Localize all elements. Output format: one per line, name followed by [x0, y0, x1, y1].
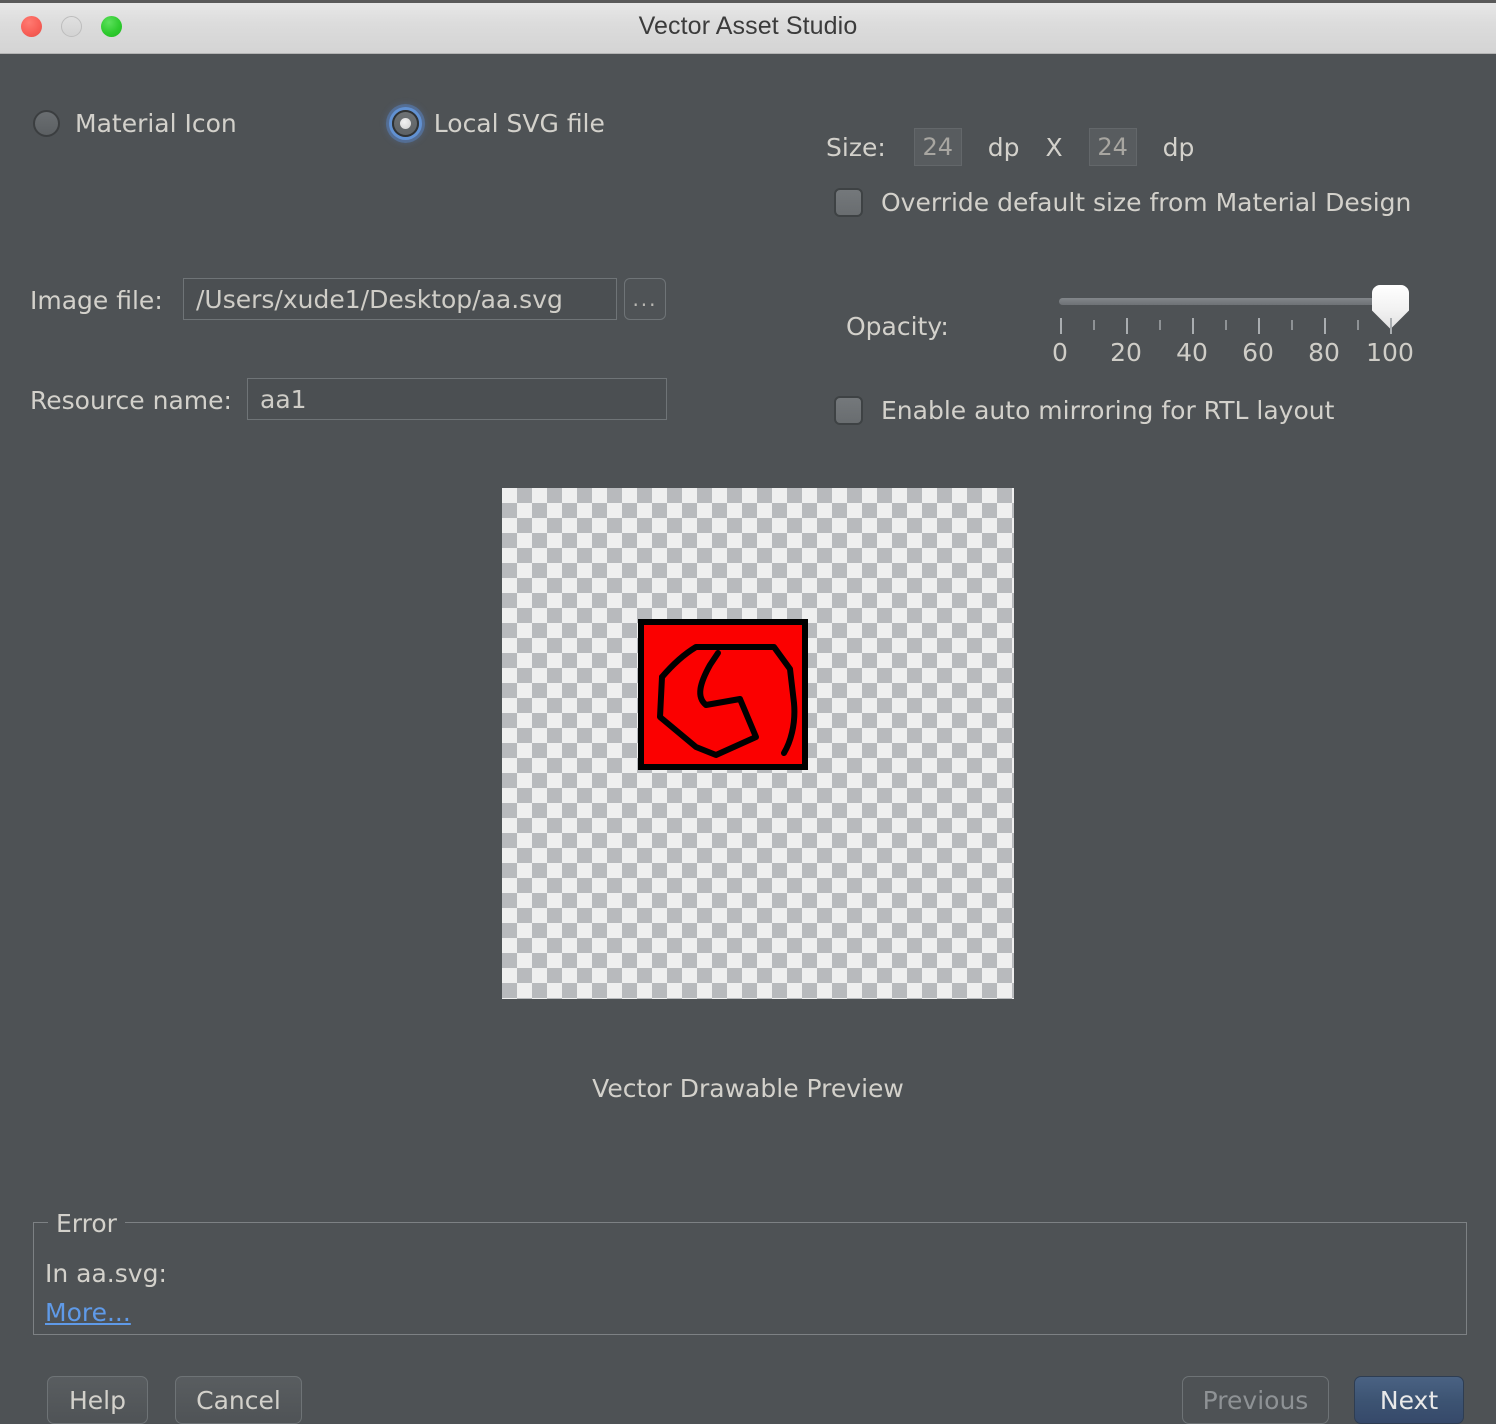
size-height-input[interactable]: 24: [1088, 128, 1137, 166]
tick-label-100: 100: [1366, 338, 1414, 367]
minimize-button-icon[interactable]: [61, 16, 82, 37]
tick-major-20: [1126, 318, 1128, 334]
tick-label-80: 80: [1308, 338, 1340, 367]
image-file-label: Image file:: [30, 286, 163, 315]
tick-major-100: [1390, 318, 1392, 334]
opacity-slider-tick-labels: 0 20 40 60 80 100: [1052, 338, 1414, 368]
error-group-box: [33, 1222, 1467, 1335]
tick-minor-50: [1225, 320, 1227, 330]
vector-preview-icon: [638, 619, 808, 770]
dialog-content: Material Icon Local SVG file Image file:…: [0, 54, 1496, 1424]
tick-major-80: [1324, 318, 1326, 334]
enable-rtl-mirroring-checkbox-row[interactable]: Enable auto mirroring for RTL layout: [834, 396, 1334, 425]
tick-major-40: [1192, 318, 1194, 334]
size-row: Size: 24 dp X 24 dp: [826, 128, 1194, 166]
radio-local-svg-file[interactable]: Local SVG file: [391, 109, 605, 138]
tick-label-0: 0: [1052, 338, 1068, 367]
error-group-legend: Error: [48, 1209, 125, 1238]
window-controls: [21, 16, 122, 37]
close-button-icon[interactable]: [21, 16, 42, 37]
tick-label-60: 60: [1242, 338, 1274, 367]
titlebar-top-edge: [0, 0, 1496, 3]
vector-asset-studio-window: Vector Asset Studio Material Icon Local …: [0, 0, 1496, 1424]
opacity-label: Opacity:: [846, 312, 949, 341]
tick-minor-10: [1093, 320, 1095, 330]
radio-material-icon-label: Material Icon: [75, 109, 237, 138]
tick-major-60: [1258, 318, 1260, 334]
radio-material-icon[interactable]: Material Icon: [33, 109, 237, 138]
override-default-size-checkbox-row[interactable]: Override default size from Material Desi…: [834, 188, 1411, 217]
override-default-size-checkbox[interactable]: [834, 188, 863, 217]
window-titlebar: Vector Asset Studio: [0, 0, 1496, 54]
enable-rtl-mirroring-label: Enable auto mirroring for RTL layout: [881, 396, 1335, 425]
radio-material-icon-indicator[interactable]: [33, 110, 60, 137]
size-width-input[interactable]: 24: [913, 128, 962, 166]
asset-source-radio-group: Material Icon Local SVG file: [33, 109, 605, 138]
tick-label-40: 40: [1176, 338, 1208, 367]
opacity-slider[interactable]: 0 20 40 60 80 100: [1052, 285, 1414, 370]
size-width-unit: dp: [987, 132, 1020, 162]
size-label: Size:: [826, 132, 886, 162]
cancel-button[interactable]: Cancel: [175, 1376, 302, 1424]
tick-minor-70: [1291, 320, 1293, 330]
opacity-slider-ticks: [1056, 318, 1411, 336]
size-separator: X: [1045, 132, 1063, 162]
help-button[interactable]: Help: [47, 1376, 148, 1424]
browse-file-button[interactable]: ...: [624, 278, 666, 320]
maximize-button-icon[interactable]: [101, 16, 122, 37]
image-file-input[interactable]: /Users/xude1/Desktop/aa.svg: [183, 278, 617, 320]
resource-name-label: Resource name:: [30, 386, 232, 415]
preview-caption: Vector Drawable Preview: [592, 1074, 904, 1103]
radio-local-svg-file-label: Local SVG file: [433, 109, 605, 138]
tick-minor-90: [1357, 320, 1359, 330]
next-button[interactable]: Next: [1354, 1376, 1464, 1424]
override-default-size-label: Override default size from Material Desi…: [881, 188, 1412, 217]
opacity-slider-track[interactable]: [1059, 298, 1389, 305]
svg-drawing: [657, 644, 798, 758]
tick-label-20: 20: [1110, 338, 1142, 367]
size-height-unit: dp: [1162, 132, 1195, 162]
radio-local-svg-file-indicator[interactable]: [391, 110, 419, 137]
resource-name-input[interactable]: aa1: [247, 378, 667, 420]
window-title: Vector Asset Studio: [638, 12, 858, 40]
error-more-link[interactable]: More...: [45, 1298, 131, 1327]
enable-rtl-mirroring-checkbox[interactable]: [834, 396, 863, 425]
error-message: In aa.svg:: [45, 1259, 167, 1288]
tick-major-0: [1060, 318, 1062, 334]
previous-button[interactable]: Previous: [1182, 1376, 1329, 1424]
tick-minor-30: [1159, 320, 1161, 330]
